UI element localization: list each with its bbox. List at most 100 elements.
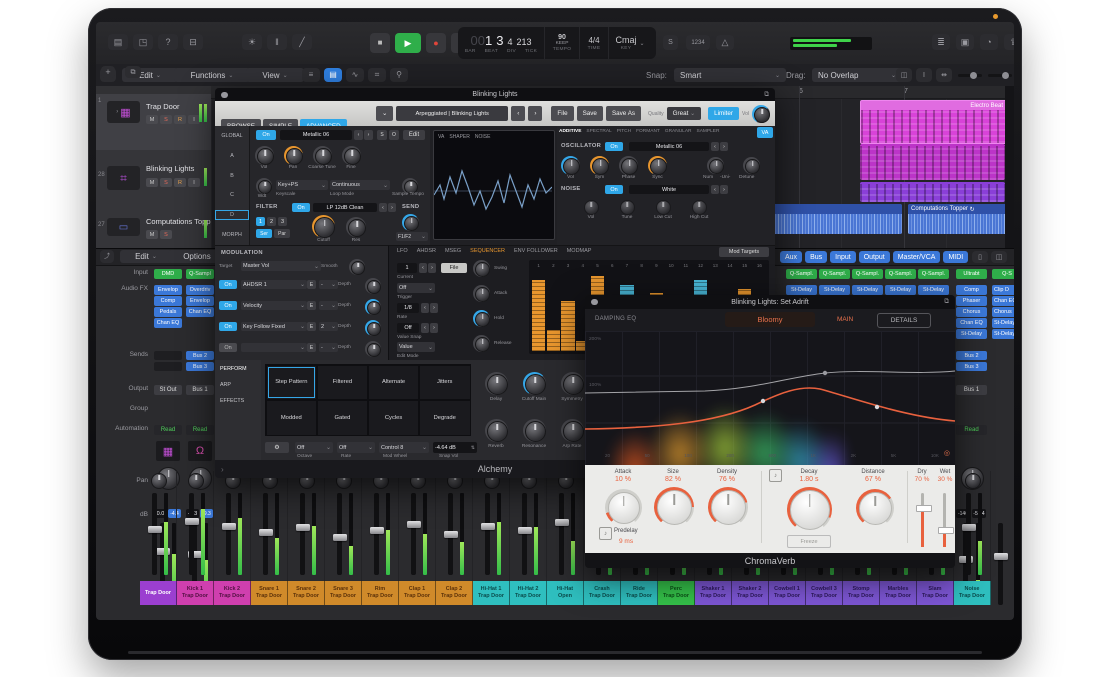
volume-fader[interactable] — [998, 523, 1003, 605]
drag-select[interactable]: No Overlap⌄ — [812, 68, 902, 82]
mod-section-tab[interactable]: ENV FOLLOWER — [514, 248, 558, 254]
text-tool-icon[interactable]: I — [916, 68, 932, 82]
mod-wheel-select[interactable]: Control 8⌄ — [379, 442, 429, 453]
volume-fader[interactable] — [226, 493, 231, 575]
automation-button[interactable]: Read — [186, 425, 214, 435]
osc-knob[interactable] — [621, 158, 638, 175]
send-slot[interactable]: Bus 3 — [186, 362, 214, 371]
mod-source-select[interactable]: ⌄ — [241, 343, 307, 352]
volume-fader[interactable] — [189, 493, 194, 575]
flex-icon[interactable]: ⌗ — [368, 68, 386, 82]
input-button[interactable]: Q-Sampl — [186, 269, 214, 279]
next-icon[interactable]: › — [428, 263, 436, 273]
perform-knob[interactable] — [487, 374, 508, 395]
lcd-display[interactable]: 001 3 4 213 BARBEATDIVTICK 90 KEEP TEMPO — [458, 27, 656, 59]
keyboard-icon[interactable]: ▭ — [107, 218, 140, 236]
mod-source-select[interactable]: Velocity⌄ — [241, 301, 307, 310]
mod-section-tab[interactable]: MODMAP — [567, 248, 592, 254]
noise-knob[interactable] — [620, 200, 635, 215]
volume-fader[interactable] — [522, 493, 527, 575]
next-icon[interactable]: › — [430, 303, 438, 313]
resize-icon[interactable]: › — [221, 465, 224, 474]
close-icon[interactable] — [591, 299, 598, 306]
density-knob[interactable] — [711, 490, 746, 525]
step-bar[interactable] — [532, 280, 545, 351]
freeze-button[interactable]: Freeze — [787, 535, 831, 548]
osc-knob[interactable] — [650, 158, 667, 175]
snapshot-pad[interactable]: Alternate — [369, 366, 419, 400]
mod-num-select[interactable]: -⌄ — [319, 343, 338, 352]
mod-targets-button[interactable]: Mod Targets — [719, 247, 769, 257]
functions-menu[interactable]: Functions⌄ — [174, 68, 250, 82]
mixer-filter-button[interactable]: Bus — [805, 251, 827, 263]
audio-fx-slot[interactable]: Chan EQ — [956, 318, 987, 328]
input-button[interactable]: Q-Sampl. — [786, 269, 817, 279]
snapshot-pad[interactable]: Gated — [318, 401, 368, 435]
list-editors-icon[interactable]: ≣ — [932, 34, 950, 50]
seq-file-button[interactable]: File — [441, 263, 467, 273]
seq-knob[interactable] — [475, 312, 490, 327]
preset-prev-button[interactable]: ‹ — [511, 106, 525, 121]
mixer-filter-button[interactable]: Input — [830, 251, 856, 263]
channel-name-cell[interactable]: SlamTrap Door — [917, 581, 954, 605]
region-view-icon[interactable]: ▤ — [324, 68, 342, 82]
seq-rate[interactable]: 1/8 — [397, 303, 419, 313]
channel-name-cell[interactable]: Hi-Hat 1Trap Door — [473, 581, 510, 605]
mixer-filter-button[interactable]: Aux — [780, 251, 802, 263]
audio-fx-slot[interactable]: Overdriv — [186, 285, 214, 295]
source-knob[interactable] — [286, 148, 303, 165]
link-icon[interactable]: ⧉ — [944, 298, 949, 306]
channel-name-cell[interactable]: Trap Door — [140, 581, 177, 605]
mixer-filter-button[interactable]: Output — [859, 251, 890, 263]
osc-engine-tab[interactable]: GRANULAR — [665, 129, 692, 134]
alchemy-source-tab[interactable]: B — [215, 171, 249, 181]
input-button[interactable]: Q-Sampl. — [819, 269, 850, 279]
channel-name-cell[interactable]: NoiseTrap Door — [954, 581, 991, 605]
snapshot-pad[interactable]: Filtered — [318, 366, 368, 400]
mixer-filter-button[interactable]: Master/VCA — [893, 251, 941, 263]
track-header-blinking-lights[interactable]: 28 ⌗ Blinking Lights MSRI — [96, 150, 211, 213]
send-slot[interactable]: Bus 3 — [956, 362, 987, 371]
mod-section-tab[interactable]: SEQUENCER — [470, 248, 505, 254]
input-button[interactable]: Q-Sampl. — [918, 269, 949, 279]
volume-fader[interactable] — [337, 493, 342, 575]
step-bar[interactable] — [547, 330, 560, 351]
duplicate-track-button[interactable]: ⧉ — [125, 66, 141, 78]
seq-knob[interactable] — [475, 262, 490, 277]
file-button[interactable]: File — [551, 106, 573, 121]
track-header-computations-topper[interactable]: 27 ▭ Computations Topp MS — [96, 212, 211, 249]
source-knob[interactable] — [257, 148, 274, 165]
apple-loops-icon[interactable]: ◳ — [133, 34, 153, 50]
volume-fader[interactable] — [559, 493, 564, 575]
tab-main[interactable]: MAIN — [837, 316, 853, 323]
seq-trigger-select[interactable]: Off⌄ — [397, 283, 435, 293]
next-icon[interactable]: › — [388, 203, 396, 212]
snapshot-pad[interactable]: Modded — [267, 401, 317, 435]
mixer-icon[interactable]: ‖ — [267, 34, 287, 50]
mod-target-select[interactable]: Master Vol⌄ — [241, 261, 321, 271]
help-icon[interactable]: ? — [158, 34, 178, 50]
send-slot[interactable]: Bus 2 — [186, 351, 214, 360]
source-preset[interactable]: Metallic 06 — [280, 130, 352, 140]
osc-knob[interactable] — [563, 158, 580, 175]
track-header-trap-door[interactable]: 1 ›▦ Trap Door MSRI — [96, 94, 211, 151]
audio-fx-slot[interactable]: Phaser — [956, 296, 987, 306]
save-button[interactable]: Save — [577, 106, 603, 121]
send-slot[interactable]: Bus 2 — [956, 351, 987, 360]
mod-e-button[interactable]: E — [307, 280, 316, 289]
mixer-edit-menu[interactable]: Edit⌄ — [120, 250, 172, 263]
close-icon[interactable] — [221, 92, 228, 99]
perform-knob[interactable] — [525, 421, 546, 442]
arrange-scrollbar[interactable] — [1005, 86, 1014, 248]
channel-name-cell[interactable]: PercTrap Door — [658, 581, 695, 605]
channel-name-cell[interactable]: Kick 1Trap Door — [177, 581, 214, 605]
volume-fader[interactable] — [263, 493, 268, 575]
perform-tab[interactable]: PERFORM — [215, 366, 261, 372]
seq-current[interactable]: 1 — [397, 263, 417, 273]
osc-engine-tab[interactable]: FORMANT — [636, 129, 660, 134]
alchemy-source-tab[interactable]: MORPH — [215, 230, 249, 240]
osc-engine-tab[interactable]: SPECTRAL — [586, 129, 611, 134]
play-button[interactable]: ▶ — [395, 33, 421, 53]
tab-details[interactable]: DETAILS — [877, 313, 931, 328]
osc-engine-tab[interactable]: PITCH — [617, 129, 631, 134]
